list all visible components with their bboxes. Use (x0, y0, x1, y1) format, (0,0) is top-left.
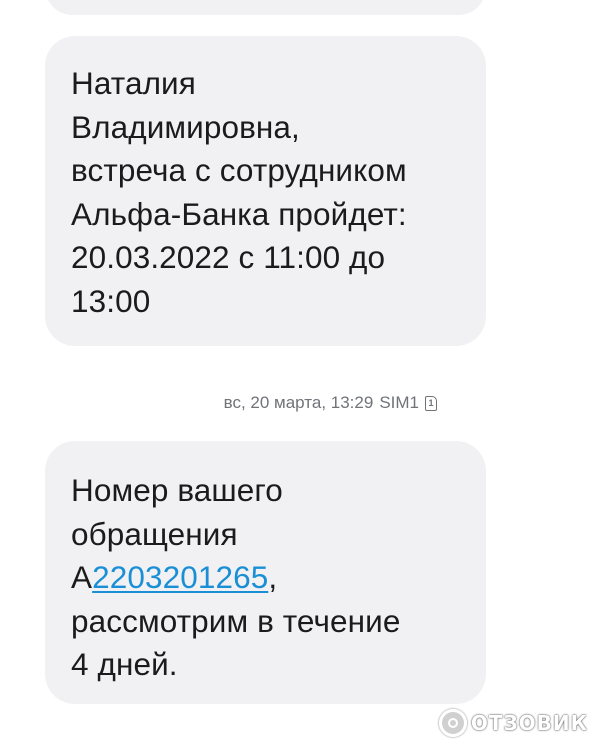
message-line: встреча с сотрудником (71, 152, 407, 189)
message-line: 13:00 (71, 282, 151, 319)
request-number-link[interactable]: 2203201265 (92, 559, 268, 595)
message-line: 4 дней. (71, 646, 178, 683)
message-bubble-appointment[interactable]: Наталия Владимировна, встреча с сотрудни… (45, 36, 486, 346)
timestamp-text: вс, 20 марта, 13:29 (223, 393, 374, 412)
message-timestamp: вс, 20 марта, 13:29 SIM1 1 (0, 393, 437, 413)
otzovik-logo-icon (438, 709, 467, 737)
message-line: Альфа-Банка пройдет: (71, 195, 407, 232)
request-suffix: , (268, 559, 278, 596)
message-line: Наталия (71, 65, 196, 101)
message-line: обращения (71, 515, 238, 552)
message-line: Номер вашего (71, 472, 283, 508)
sim-card-icon: 1 (425, 395, 437, 411)
message-text: Номер вашего обращения А2203201265, расс… (71, 469, 466, 687)
message-line: Владимировна, (71, 108, 300, 145)
message-line-with-link: А2203201265, (71, 556, 466, 600)
message-line: 20.03.2022 с 11:00 до (71, 239, 386, 276)
request-prefix: А (71, 559, 93, 596)
sim-label: SIM1 (379, 393, 419, 412)
previous-message-bubble[interactable] (45, 0, 486, 15)
sms-conversation-screen: Наталия Владимировна, встреча с сотрудни… (0, 0, 600, 751)
otzovik-watermark: ОТЗОВИК (438, 709, 588, 737)
message-bubble-request-number[interactable]: Номер вашего обращения А2203201265, расс… (45, 441, 486, 704)
message-line: рассмотрим в течение (71, 602, 401, 639)
watermark-text: ОТЗОВИК (470, 711, 588, 735)
message-text: Наталия Владимировна, встреча с сотрудни… (71, 62, 466, 324)
